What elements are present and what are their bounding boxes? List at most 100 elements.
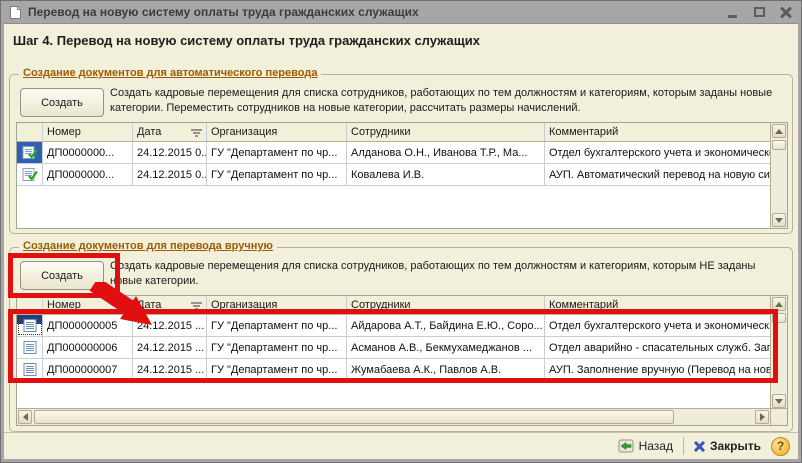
column-header-employees[interactable]: Сотрудники (347, 296, 545, 314)
column-header-number[interactable]: Номер (43, 296, 133, 314)
cell-number: ДП0000000... (43, 164, 133, 185)
table-header-row: Номер Дата Организация Сотрудники Коммен… (17, 296, 770, 315)
cell-comment: Отдел бухгалтерского учета и экономическ… (545, 315, 770, 336)
cell-comment: АУП. Заполнение вручную (Перевод на нов.… (545, 359, 770, 380)
scroll-up-button[interactable] (772, 297, 786, 311)
cell-employees: Алданова О.Н., Иванова Т.Р., Ма... (347, 142, 545, 163)
column-header-date[interactable]: Дата (133, 123, 207, 141)
window-titlebar[interactable]: Перевод на новую систему оплаты труда гр… (1, 1, 801, 23)
create-manual-button[interactable]: Создать (20, 261, 104, 290)
column-header-date[interactable]: Дата (133, 296, 207, 314)
manual-documents-table: Номер Дата Организация Сотрудники Коммен… (16, 295, 788, 426)
column-header-number[interactable]: Номер (43, 123, 133, 141)
scroll-down-button[interactable] (772, 394, 786, 408)
cell-organization: ГУ "Департамент по чр... (207, 337, 347, 358)
close-icon (780, 6, 792, 18)
row-icon-cell (17, 359, 43, 380)
cell-employees: Айдарова А.Т., Байдина Е.Ю., Соро... (347, 315, 545, 336)
scrollbar-thumb[interactable] (34, 410, 674, 424)
horizontal-scrollbar[interactable] (17, 408, 770, 425)
column-header-comment[interactable]: Комментарий (545, 123, 770, 141)
scroll-down-button[interactable] (772, 213, 786, 227)
scroll-left-button[interactable] (18, 410, 32, 424)
scroll-down-icon (775, 399, 783, 404)
column-header-comment[interactable]: Комментарий (545, 296, 770, 314)
group-auto-title: Создание документов для автоматического … (19, 67, 321, 79)
close-button-label: Закрыть (710, 439, 761, 453)
back-button-label: Назад (639, 439, 673, 453)
close-button[interactable] (779, 5, 793, 19)
window-content: Шаг 4. Перевод на новую систему оплаты т… (4, 23, 798, 459)
vertical-scrollbar[interactable] (770, 296, 787, 409)
column-header-organization[interactable]: Организация (207, 296, 347, 314)
cell-organization: ГУ "Департамент по чр... (207, 359, 347, 380)
column-header-date-label: Дата (137, 126, 161, 138)
footer-bar: Назад Закрыть ? (4, 432, 798, 459)
auto-documents-table: Номер Дата Организация Сотрудники Коммен… (16, 122, 788, 229)
scroll-up-icon (775, 129, 783, 134)
cell-date: 24.12.2015 0... (133, 164, 207, 185)
document-icon (22, 319, 38, 332)
help-button[interactable]: ? (771, 437, 790, 456)
scroll-up-icon (775, 302, 783, 307)
cell-comment: Отдел бухгалтерского учета и экономическ… (545, 142, 770, 163)
cell-organization: ГУ "Департамент по чр... (207, 164, 347, 185)
cell-employees: Жумабаева А.К., Павлов А.В. (347, 359, 545, 380)
row-icon-cell (17, 315, 43, 336)
cell-employees: Ковалева И.В. (347, 164, 545, 185)
row-icon-cell (17, 142, 43, 163)
scroll-down-icon (775, 218, 783, 223)
vertical-scrollbar[interactable] (770, 123, 787, 228)
cell-number: ДП0000000... (43, 142, 133, 163)
cell-number: ДП000000006 (43, 337, 133, 358)
group-auto-description: Создать кадровые перемещения для списка … (110, 86, 788, 116)
table-row[interactable]: ДП0000000... 24.12.2015 0... ГУ "Департа… (17, 164, 770, 186)
column-header-employees[interactable]: Сотрудники (347, 123, 545, 141)
document-icon (9, 5, 22, 20)
document-posted-icon (22, 146, 38, 159)
scroll-right-button[interactable] (755, 410, 769, 424)
back-button[interactable]: Назад (614, 436, 677, 456)
sort-ascending-icon (191, 301, 202, 310)
maximize-button[interactable] (752, 5, 766, 19)
scroll-left-icon (23, 413, 28, 421)
maximize-icon (754, 7, 765, 17)
minimize-button[interactable] (725, 5, 739, 19)
sort-ascending-icon (191, 128, 202, 137)
cell-number: ДП000000005 (43, 315, 133, 336)
document-icon (22, 363, 38, 376)
cell-organization: ГУ "Департамент по чр... (207, 315, 347, 336)
column-header-organization[interactable]: Организация (207, 123, 347, 141)
scroll-up-button[interactable] (772, 124, 786, 138)
cell-date: 24.12.2015 ... (133, 337, 207, 358)
column-header-date-label: Дата (137, 299, 161, 311)
cell-organization: ГУ "Департамент по чр... (207, 142, 347, 163)
document-icon (22, 341, 38, 354)
footer-separator (683, 437, 684, 455)
window-title: Перевод на новую систему оплаты труда гр… (28, 5, 419, 19)
group-manual-description: Создать кадровые перемещения для списка … (110, 259, 788, 289)
table-row[interactable]: ДП000000006 24.12.2015 ... ГУ "Департаме… (17, 337, 770, 359)
close-window-button[interactable]: Закрыть (690, 437, 765, 455)
window-controls (725, 5, 793, 19)
scroll-right-icon (760, 413, 765, 421)
cell-employees: Асманов А.В., Бекмухамеджанов ... (347, 337, 545, 358)
close-x-icon (694, 441, 705, 452)
row-icon-cell (17, 337, 43, 358)
column-header-icon (17, 123, 43, 141)
table-row[interactable]: ДП0000000... 24.12.2015 0... ГУ "Департа… (17, 142, 770, 164)
create-auto-button[interactable]: Создать (20, 88, 104, 117)
scrollbar-thumb[interactable] (772, 140, 786, 150)
cell-comment: АУП. Автоматический перевод на новую сис… (545, 164, 770, 185)
column-header-icon (17, 296, 43, 314)
table-row[interactable]: ДП000000005 24.12.2015 ... ГУ "Департаме… (17, 315, 770, 337)
scrollbar-thumb[interactable] (772, 313, 786, 323)
cell-date: 24.12.2015 ... (133, 315, 207, 336)
table-header-row: Номер Дата Организация Сотрудники Коммен… (17, 123, 770, 142)
group-manual-title: Создание документов для перевода вручную (19, 240, 277, 252)
cell-date: 24.12.2015 0... (133, 142, 207, 163)
scrollbar-corner (770, 408, 787, 425)
table-row[interactable]: ДП000000007 24.12.2015 ... ГУ "Департаме… (17, 359, 770, 381)
minimize-icon (728, 15, 737, 18)
back-arrow-icon (618, 438, 634, 454)
